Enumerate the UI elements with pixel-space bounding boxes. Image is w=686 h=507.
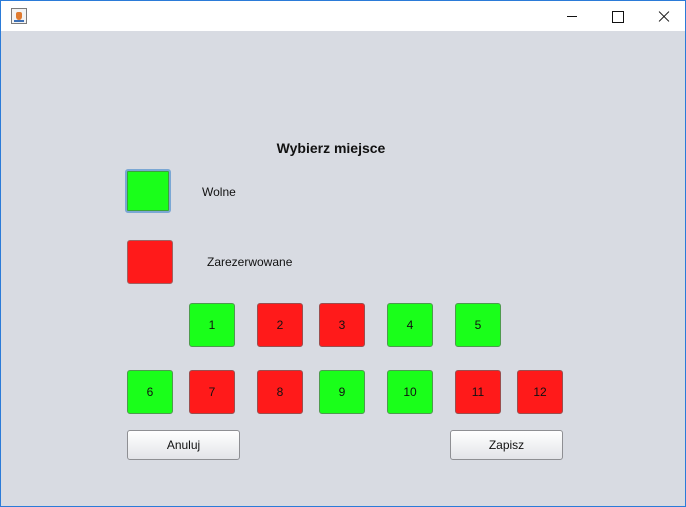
- seat-button-12[interactable]: 12: [517, 370, 563, 414]
- seat-button-3[interactable]: 3: [319, 303, 365, 347]
- seat-button-11[interactable]: 11: [455, 370, 501, 414]
- legend-free-label: Wolne: [202, 185, 236, 199]
- seat-button-7[interactable]: 7: [189, 370, 235, 414]
- seat-button-9[interactable]: 9: [319, 370, 365, 414]
- page-title: Wybierz miejsce: [276, 140, 386, 156]
- java-app-icon: [11, 8, 27, 24]
- save-button[interactable]: Zapisz: [450, 430, 563, 460]
- seat-selection-window: Wybierz miejsce Wolne Zarezerwowane 1234…: [0, 0, 686, 507]
- cancel-button[interactable]: Anuluj: [127, 430, 240, 460]
- minimize-button[interactable]: [549, 1, 595, 31]
- seat-button-1[interactable]: 1: [189, 303, 235, 347]
- title-bar[interactable]: [1, 1, 685, 31]
- maximize-button[interactable]: [595, 1, 641, 31]
- close-button[interactable]: [641, 1, 686, 31]
- seat-button-4[interactable]: 4: [387, 303, 433, 347]
- seat-button-8[interactable]: 8: [257, 370, 303, 414]
- legend-reserved-swatch: [127, 240, 173, 284]
- seat-button-5[interactable]: 5: [455, 303, 501, 347]
- seat-button-10[interactable]: 10: [387, 370, 433, 414]
- legend-free-swatch: [125, 169, 171, 213]
- seat-button-2[interactable]: 2: [257, 303, 303, 347]
- seat-button-6[interactable]: 6: [127, 370, 173, 414]
- legend-reserved-label: Zarezerwowane: [207, 255, 293, 269]
